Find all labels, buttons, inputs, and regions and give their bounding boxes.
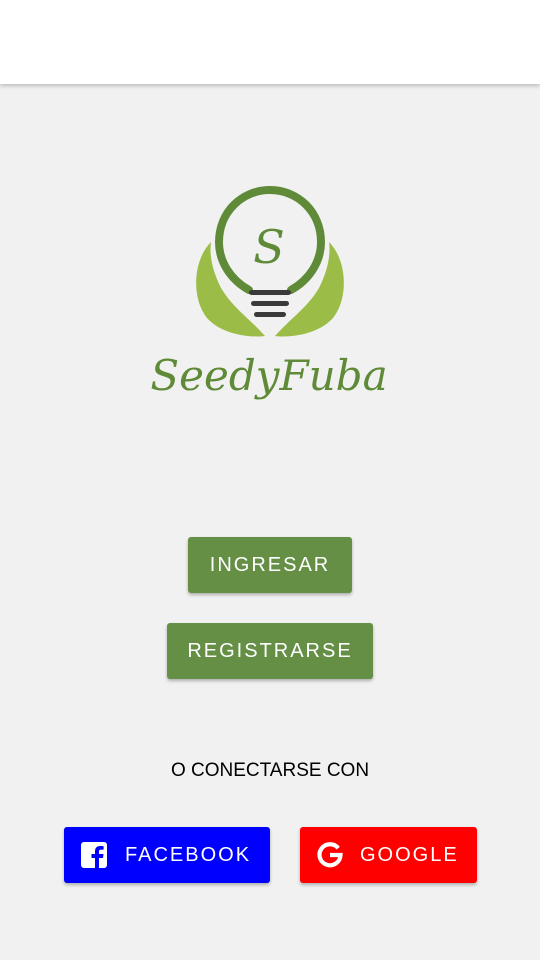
bulb-base-bar-1: [249, 290, 291, 295]
bulb-base-bar-3: [254, 312, 286, 317]
bulb-base-bar-2: [251, 301, 289, 306]
app-bar: [0, 0, 540, 84]
login-button[interactable]: INGRESAR: [188, 537, 352, 593]
facebook-button[interactable]: FACEBOOK: [64, 827, 270, 883]
logo-brand-name: SeedyFuba: [150, 351, 387, 400]
right-leaf: [275, 242, 344, 337]
register-button[interactable]: REGISTRARSE: [167, 623, 373, 679]
google-button[interactable]: GOOGLE: [300, 827, 477, 883]
google-button-label: GOOGLE: [360, 843, 459, 866]
seedyfuba-logo: S SeedyFuba: [150, 185, 388, 400]
facebook-icon: [81, 842, 107, 868]
connect-with-label: O CONECTARSE CON: [170, 760, 370, 781]
facebook-button-label: FACEBOOK: [125, 843, 252, 866]
logo-monogram: S: [253, 220, 285, 274]
google-icon: [317, 842, 343, 868]
